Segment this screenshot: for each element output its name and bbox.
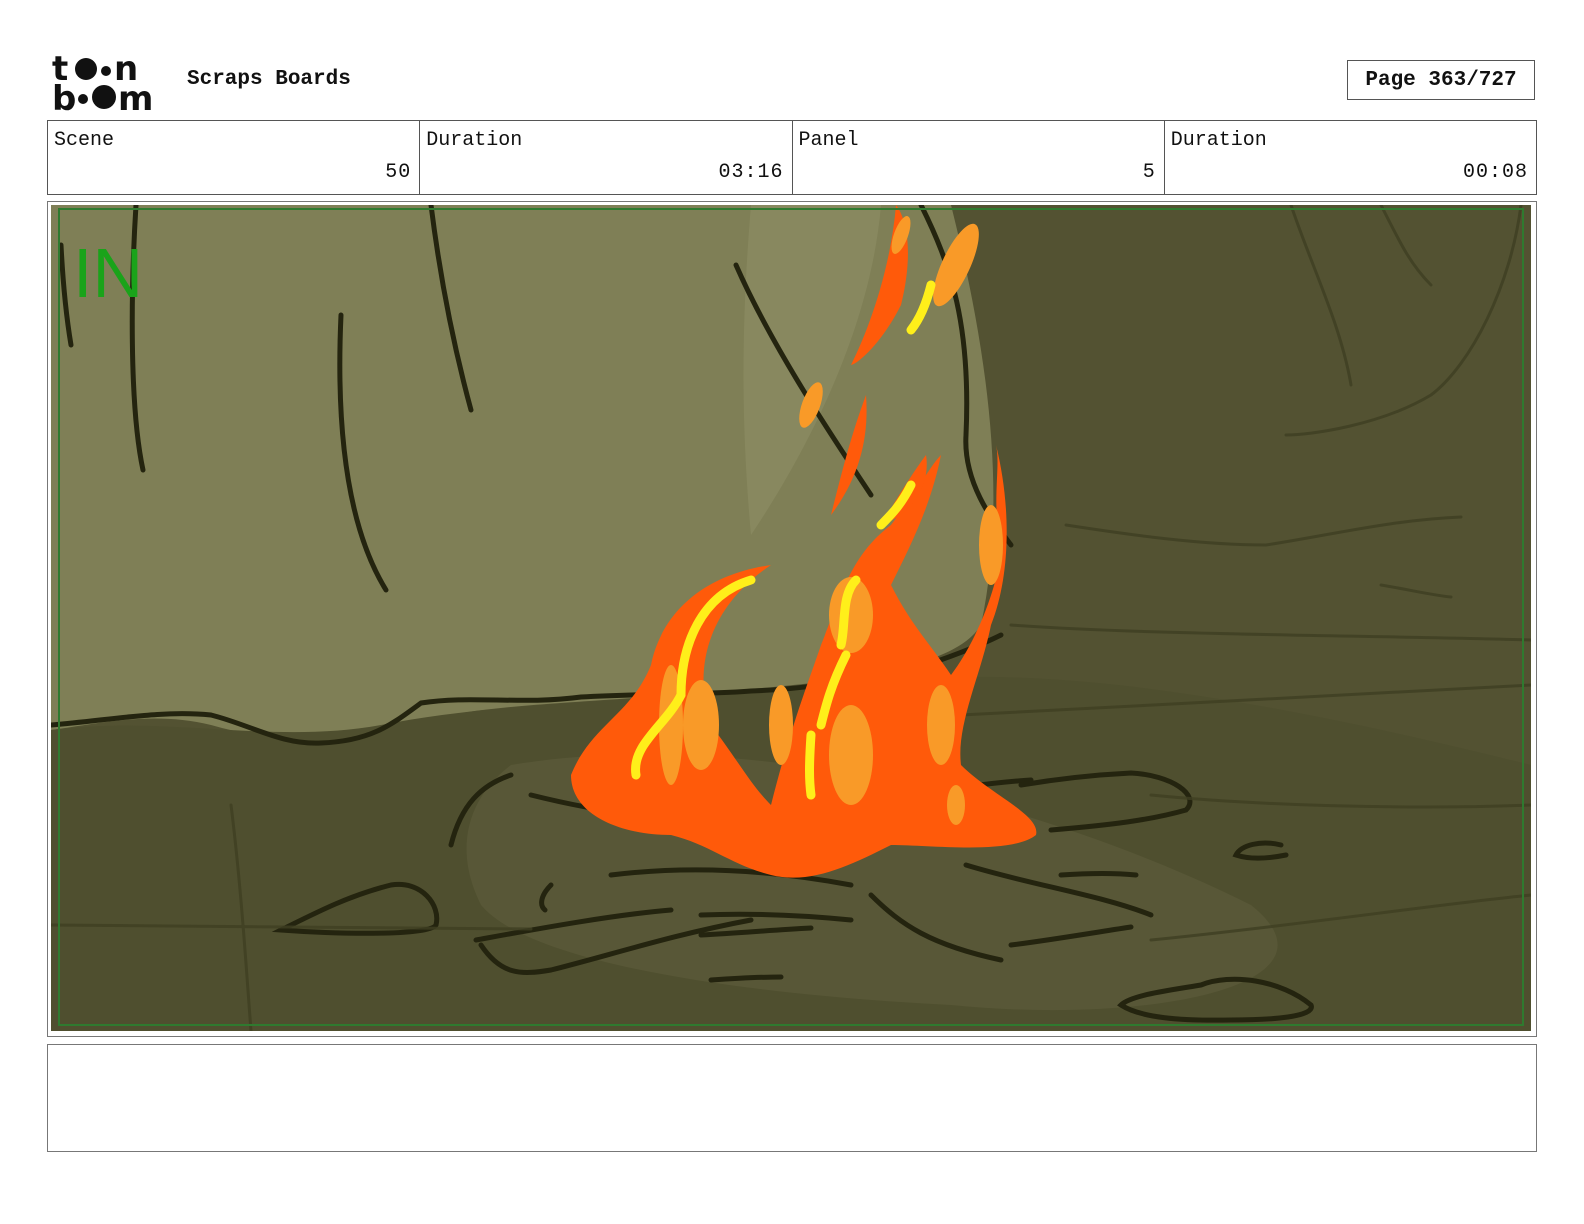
panel-info-table: Scene 50 Duration 03:16 Panel 5 Duration… xyxy=(47,120,1537,195)
storyboard-panel-image: IN xyxy=(51,205,1531,1031)
scene-cell: Scene 50 xyxy=(48,121,419,194)
panel-value: 5 xyxy=(1142,161,1156,184)
scene-duration-label: Duration xyxy=(426,129,523,152)
scene-duration-cell: Duration 03:16 xyxy=(419,121,791,194)
in-marker: IN xyxy=(73,234,143,312)
panel-notes-box xyxy=(47,1044,1537,1152)
board-title: Scraps Boards xyxy=(187,68,351,91)
svg-text:m: m xyxy=(118,79,153,114)
page-indicator: Page 363/727 xyxy=(1347,60,1535,100)
panel-duration-value: 00:08 xyxy=(1462,161,1528,184)
panel-duration-cell: Duration 00:08 xyxy=(1163,121,1536,194)
svg-text:b: b xyxy=(52,79,76,114)
scene-value: 50 xyxy=(385,161,412,184)
scene-label: Scene xyxy=(54,129,115,152)
logo-graphic: t n b m xyxy=(52,49,153,119)
panel-label: Panel xyxy=(798,129,859,152)
panel-duration-label: Duration xyxy=(1170,129,1267,152)
panel-frame: IN xyxy=(47,201,1537,1037)
scene-duration-value: 03:16 xyxy=(718,161,784,184)
toon-boom-logo: t n b m xyxy=(50,49,165,119)
panel-cell: Panel 5 xyxy=(791,121,1164,194)
